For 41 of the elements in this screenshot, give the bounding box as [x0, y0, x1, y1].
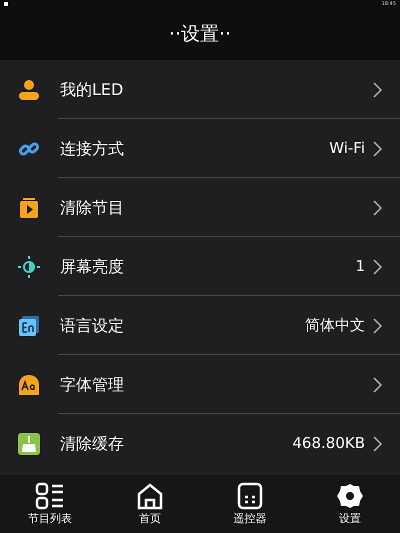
chevron-right-icon — [373, 436, 382, 452]
remote-icon — [235, 482, 265, 510]
chevron-right-icon — [373, 82, 382, 98]
header-title: ··设置·· — [168, 22, 232, 47]
nav-tab[interactable]: 遥控器 — [200, 475, 300, 533]
list-icon — [35, 482, 65, 510]
nav-tab[interactable]: 设置 — [300, 475, 400, 533]
settings-icon — [335, 482, 365, 510]
chevron-right-icon — [373, 258, 382, 274]
nav-tab[interactable]: 节目列表 — [0, 475, 100, 533]
broom-icon — [18, 432, 40, 454]
setting-label: 语言设定 — [60, 314, 125, 336]
settings-row[interactable]: 清除缓存 468.80KB — [0, 414, 400, 473]
settings-row[interactable]: 语言设定 简体中文 — [0, 296, 400, 355]
chevron-right-icon — [373, 200, 382, 216]
setting-value: Wi-Fi — [329, 138, 365, 160]
setting-label: 屏幕亮度 — [60, 256, 125, 278]
settings-row[interactable]: 我的LED — [0, 60, 400, 119]
chevron-right-icon — [373, 318, 382, 334]
person-icon — [18, 78, 40, 100]
chevron-right-icon — [373, 140, 382, 156]
setting-label: 我的LED — [60, 78, 124, 100]
nav-tab[interactable]: 首页 — [100, 475, 200, 533]
home-icon — [135, 482, 165, 510]
play-icon — [18, 196, 40, 218]
chevron-right-icon — [373, 376, 382, 392]
settings-row[interactable]: 字体管理 — [0, 355, 400, 414]
language-icon — [18, 314, 40, 336]
setting-value: 468.80KB — [292, 433, 365, 454]
settings-row[interactable]: 连接方式 Wi-Fi — [0, 119, 400, 178]
settings-row[interactable]: 屏幕亮度 1 — [0, 237, 400, 296]
setting-value: 1 — [355, 256, 365, 278]
status-icon — [4, 2, 8, 6]
setting-label: 字体管理 — [60, 374, 125, 396]
setting-label: 连接方式 — [60, 138, 125, 160]
brightness-icon — [18, 256, 40, 278]
setting-label: 清除节目 — [60, 196, 125, 218]
font-icon — [18, 374, 40, 396]
setting-value: 简体中文 — [305, 315, 365, 336]
settings-row[interactable]: 清除节目 — [0, 178, 400, 237]
setting-label: 清除缓存 — [60, 432, 125, 454]
